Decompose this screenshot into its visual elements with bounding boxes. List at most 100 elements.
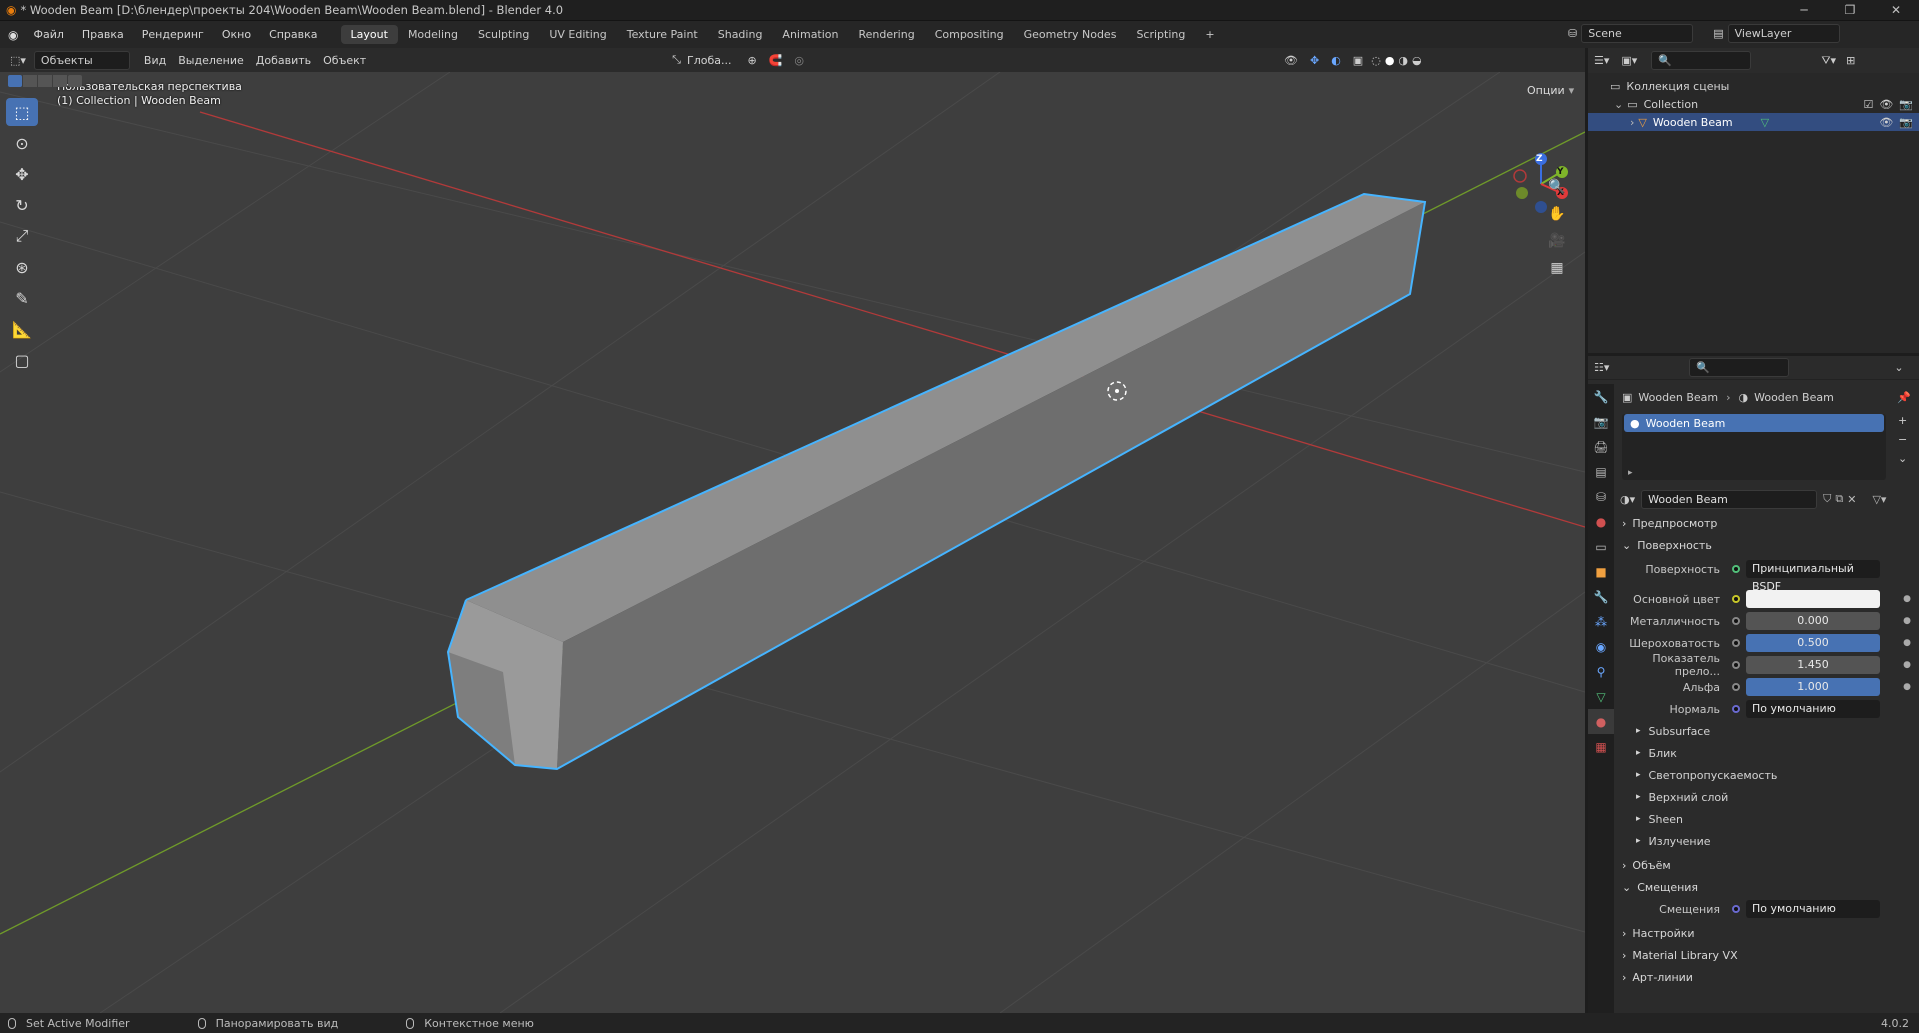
texture-tab-icon[interactable]: ▦: [1588, 734, 1614, 759]
scale-tool-icon[interactable]: ⤢: [6, 222, 38, 250]
select-box-tool-icon[interactable]: ⬚: [6, 98, 38, 126]
render-tab-icon[interactable]: 📷: [1588, 409, 1614, 434]
editor-type-icon[interactable]: ⬚▾: [10, 54, 26, 67]
visibility-eye-icon[interactable]: 👁: [1879, 98, 1893, 111]
material-slot-item[interactable]: ● Wooden Beam: [1624, 414, 1884, 432]
keyframe-dot-icon[interactable]: ●: [1903, 594, 1911, 604]
pan-hand-icon[interactable]: ✋: [1545, 202, 1569, 226]
preview-section[interactable]: › Предпросмотр: [1614, 512, 1919, 534]
tab-uv-editing[interactable]: UV Editing: [539, 25, 616, 44]
displacement-section[interactable]: ⌄ Смещения: [1614, 876, 1919, 898]
particles-tab-icon[interactable]: ⁂: [1588, 609, 1614, 634]
surface-section[interactable]: ⌄ Поверхность: [1614, 534, 1919, 556]
material-tab-icon[interactable]: ●: [1588, 709, 1614, 734]
mesh-data-icon[interactable]: ▽: [1761, 116, 1769, 129]
volume-section[interactable]: › Объём: [1614, 854, 1919, 876]
menu-window[interactable]: Окно: [213, 28, 260, 41]
tab-rendering[interactable]: Rendering: [849, 25, 925, 44]
subpanel-subsurface[interactable]: ▸ Subsurface: [1614, 720, 1919, 742]
list-expand-icon[interactable]: ▸: [1628, 468, 1633, 478]
shading-material-icon[interactable]: ◑: [1398, 54, 1408, 67]
expand-collection-icon[interactable]: ⌄: [1614, 98, 1623, 111]
blender-menu-icon[interactable]: ◉: [8, 28, 18, 42]
physics-tab-icon[interactable]: ◉: [1588, 634, 1614, 659]
tool-tab-icon[interactable]: 🔧: [1588, 384, 1614, 409]
alpha-socket-icon[interactable]: [1732, 683, 1740, 691]
remove-slot-icon[interactable]: −: [1898, 433, 1907, 446]
add-workspace-button[interactable]: +: [1195, 25, 1224, 44]
properties-search-input[interactable]: 🔍: [1689, 358, 1790, 377]
outliner-editor-icon[interactable]: ☰▾: [1594, 54, 1609, 67]
tab-geometry-nodes[interactable]: Geometry Nodes: [1014, 25, 1127, 44]
properties-options-icon[interactable]: ⌄: [1894, 361, 1903, 374]
menu-view[interactable]: Вид: [138, 54, 172, 67]
wooden-beam-object[interactable]: [446, 192, 1427, 771]
menu-object[interactable]: Объект: [317, 54, 372, 67]
world-tab-icon[interactable]: ●: [1588, 509, 1614, 534]
gizmo-toggle-icon[interactable]: ✥: [1310, 54, 1319, 67]
view-layer-selector[interactable]: ViewLayer: [1727, 24, 1840, 43]
shader-socket-icon[interactable]: [1732, 565, 1740, 573]
modifiers-tab-icon[interactable]: 🔧: [1588, 584, 1614, 609]
ior-field[interactable]: 1.450: [1746, 656, 1880, 674]
xray-icon[interactable]: ▣: [1353, 54, 1363, 67]
pin-icon[interactable]: 📌: [1897, 391, 1911, 404]
menu-render[interactable]: Рендеринг: [133, 28, 213, 41]
keyframe-dot-icon[interactable]: ●: [1903, 660, 1911, 670]
select-extend-icon[interactable]: [23, 75, 37, 87]
settings-section[interactable]: › Настройки: [1614, 922, 1919, 944]
select-intersect-icon[interactable]: [68, 75, 82, 87]
tab-sculpting[interactable]: Sculpting: [468, 25, 539, 44]
display-mode-icon[interactable]: ▣▾: [1621, 54, 1637, 67]
subpanel-sheen[interactable]: ▸ Sheen: [1614, 808, 1919, 830]
select-subtract-icon[interactable]: [38, 75, 52, 87]
duplicate-material-icon[interactable]: ⧉: [1835, 492, 1843, 506]
metallic-field[interactable]: 0.000: [1746, 612, 1880, 630]
snap-icon[interactable]: 🧲: [769, 54, 783, 67]
maximize-button[interactable]: ❐: [1827, 0, 1873, 21]
transform-tool-icon[interactable]: ⊛: [6, 253, 38, 281]
shading-rendered-icon[interactable]: ◒: [1412, 54, 1422, 67]
material-name-field[interactable]: Wooden Beam: [1641, 489, 1818, 509]
cursor-tool-icon[interactable]: ⊙: [6, 129, 38, 157]
filter-icon[interactable]: ⛛▾: [1821, 54, 1836, 68]
base-color-swatch[interactable]: [1746, 590, 1880, 608]
options-dropdown[interactable]: Опции ▾: [1527, 84, 1574, 97]
annotate-tool-icon[interactable]: ✎: [6, 284, 38, 312]
tab-shading[interactable]: Shading: [708, 25, 773, 44]
data-filter-icon[interactable]: ▽▾: [1872, 493, 1886, 506]
menu-select[interactable]: Выделение: [172, 54, 250, 67]
outliner-row-scene-collection[interactable]: ▭ Коллекция сцены: [1588, 77, 1919, 95]
proportional-edit-icon[interactable]: ◎: [794, 54, 804, 67]
close-button[interactable]: ✕: [1873, 0, 1919, 21]
menu-add[interactable]: Добавить: [250, 54, 317, 67]
properties-editor-icon[interactable]: ☷▾: [1594, 361, 1609, 374]
transform-orientation-dropdown[interactable]: Глоба...: [681, 54, 737, 67]
move-tool-icon[interactable]: ✥: [6, 160, 38, 188]
view-layer-tab-icon[interactable]: ▤: [1588, 459, 1614, 484]
tab-scripting[interactable]: Scripting: [1126, 25, 1195, 44]
outliner-row-collection[interactable]: ⌄ ▭ Collection ☑ 👁 📷: [1588, 95, 1919, 113]
select-invert-icon[interactable]: [53, 75, 67, 87]
keyframe-dot-icon[interactable]: ●: [1903, 682, 1911, 692]
visibility-icon[interactable]: 👁: [1284, 54, 1298, 67]
keyframe-dot-icon[interactable]: ●: [1903, 638, 1911, 648]
shading-wireframe-icon[interactable]: ◌: [1371, 54, 1381, 67]
minimize-button[interactable]: ─: [1781, 0, 1827, 21]
data-tab-icon[interactable]: ▽: [1588, 684, 1614, 709]
keyframe-dot-icon[interactable]: ●: [1903, 616, 1911, 626]
slot-menu-icon[interactable]: ⌄: [1898, 452, 1907, 465]
material-library-section[interactable]: › Material Library VX: [1614, 944, 1919, 966]
collection-tab-icon[interactable]: ▭: [1588, 534, 1614, 559]
outliner-search-input[interactable]: 🔍: [1651, 51, 1752, 70]
shading-solid-icon[interactable]: ●: [1385, 54, 1395, 67]
camera-view-icon[interactable]: 🎥: [1545, 229, 1569, 253]
normal-field[interactable]: По умолчанию: [1746, 700, 1880, 718]
exclude-checkbox-icon[interactable]: ☑: [1863, 98, 1873, 111]
fake-user-icon[interactable]: ⛉: [1823, 492, 1831, 506]
subpanel-emission[interactable]: ▸ Излучение: [1614, 830, 1919, 852]
mode-selector[interactable]: Объекты: [33, 50, 130, 70]
render-camera-icon[interactable]: 📷: [1899, 98, 1913, 111]
tab-animation[interactable]: Animation: [772, 25, 848, 44]
subpanel-coat[interactable]: ▸ Верхний слой: [1614, 786, 1919, 808]
